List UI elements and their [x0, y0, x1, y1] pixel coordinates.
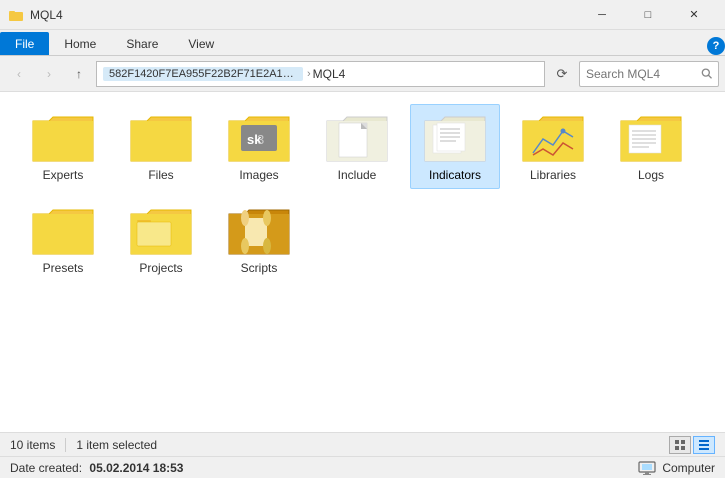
- folder-icon: [619, 111, 683, 165]
- view-toggle: [669, 436, 715, 454]
- status-separator: [65, 438, 66, 452]
- ribbon-tabs: File Home Share View ?: [0, 30, 725, 56]
- folder-icon: [325, 111, 389, 165]
- date-label: Date created:: [10, 461, 82, 475]
- minimize-button[interactable]: ─: [579, 0, 625, 30]
- folder-label: Files: [148, 168, 173, 182]
- folder-item-logs[interactable]: Logs: [606, 104, 696, 189]
- folder-label: Images: [239, 168, 278, 182]
- computer-label: Computer: [638, 461, 715, 475]
- path-current: MQL4: [313, 67, 346, 81]
- folder-item-files[interactable]: Files: [116, 104, 206, 189]
- folder-item-libraries[interactable]: Libraries: [508, 104, 598, 189]
- folder-icon: [129, 204, 193, 258]
- folder-item-projects[interactable]: Projects: [116, 197, 206, 282]
- list-view-button[interactable]: [693, 436, 715, 454]
- date-info: Date created: 05.02.2014 18:53: [10, 461, 183, 475]
- folder-icon: [31, 204, 95, 258]
- address-path[interactable]: 582F1420F7EA955F22B2F71E2A1B... › MQL4: [96, 61, 545, 87]
- status-bar: 10 items 1 item selected: [0, 432, 725, 456]
- status-items: 10 items 1 item selected: [10, 438, 157, 452]
- folder-label: Experts: [43, 168, 84, 182]
- path-short: 582F1420F7EA955F22B2F71E2A1B...: [103, 67, 303, 81]
- svg-text:3: 3: [257, 132, 264, 147]
- forward-button[interactable]: ›: [36, 61, 62, 87]
- folder-label: Include: [338, 168, 377, 182]
- window-title: MQL4: [30, 8, 579, 22]
- folder-view: Experts Files sk 3 Images Include: [0, 92, 725, 432]
- help-button[interactable]: ?: [707, 37, 725, 55]
- folder-label: Logs: [638, 168, 664, 182]
- maximize-button[interactable]: □: [625, 0, 671, 30]
- tab-file[interactable]: File: [0, 32, 49, 55]
- folder-icon: [31, 111, 95, 165]
- folder-item-scripts[interactable]: Scripts: [214, 197, 304, 282]
- folder-label: Scripts: [241, 261, 278, 275]
- computer-text: Computer: [662, 461, 715, 475]
- folder-icon: [227, 204, 291, 258]
- items-count: 10 items: [10, 438, 55, 452]
- address-bar: ‹ › ↑ 582F1420F7EA955F22B2F71E2A1B... › …: [0, 56, 725, 92]
- up-button[interactable]: ↑: [66, 61, 92, 87]
- search-box[interactable]: [579, 61, 719, 87]
- path-separator: ›: [307, 68, 311, 80]
- tab-share[interactable]: Share: [111, 32, 173, 55]
- folder-item-include[interactable]: Include: [312, 104, 402, 189]
- computer-icon: [638, 461, 656, 475]
- date-value: 05.02.2014 18:53: [89, 461, 183, 475]
- tab-home[interactable]: Home: [49, 32, 111, 55]
- folder-label: Indicators: [429, 168, 481, 182]
- window-controls: ─ □ ✕: [579, 0, 717, 30]
- folder-label: Projects: [139, 261, 182, 275]
- title-bar: MQL4 ─ □ ✕: [0, 0, 725, 30]
- window-icon: [8, 7, 24, 23]
- view-icons: [669, 436, 715, 454]
- folder-label: Presets: [43, 261, 84, 275]
- refresh-button[interactable]: ⟳: [549, 61, 575, 87]
- search-input[interactable]: [586, 67, 697, 81]
- grid-view-button[interactable]: [669, 436, 691, 454]
- search-icon: [701, 67, 712, 80]
- folder-icon: [423, 111, 487, 165]
- tab-view[interactable]: View: [173, 32, 229, 55]
- folder-label: Libraries: [530, 168, 576, 182]
- folder-item-experts[interactable]: Experts: [18, 104, 108, 189]
- info-bar: Date created: 05.02.2014 18:53 Computer: [0, 456, 725, 478]
- title-icons: [8, 7, 24, 23]
- folder-item-images[interactable]: sk 3 Images: [214, 104, 304, 189]
- folder-icon: sk 3: [227, 111, 291, 165]
- folder-item-indicators[interactable]: Indicators: [410, 104, 500, 189]
- selected-status: 1 item selected: [76, 438, 157, 452]
- folder-icon: [129, 111, 193, 165]
- close-button[interactable]: ✕: [671, 0, 717, 30]
- back-button[interactable]: ‹: [6, 61, 32, 87]
- folder-icon: [521, 111, 585, 165]
- folder-item-presets[interactable]: Presets: [18, 197, 108, 282]
